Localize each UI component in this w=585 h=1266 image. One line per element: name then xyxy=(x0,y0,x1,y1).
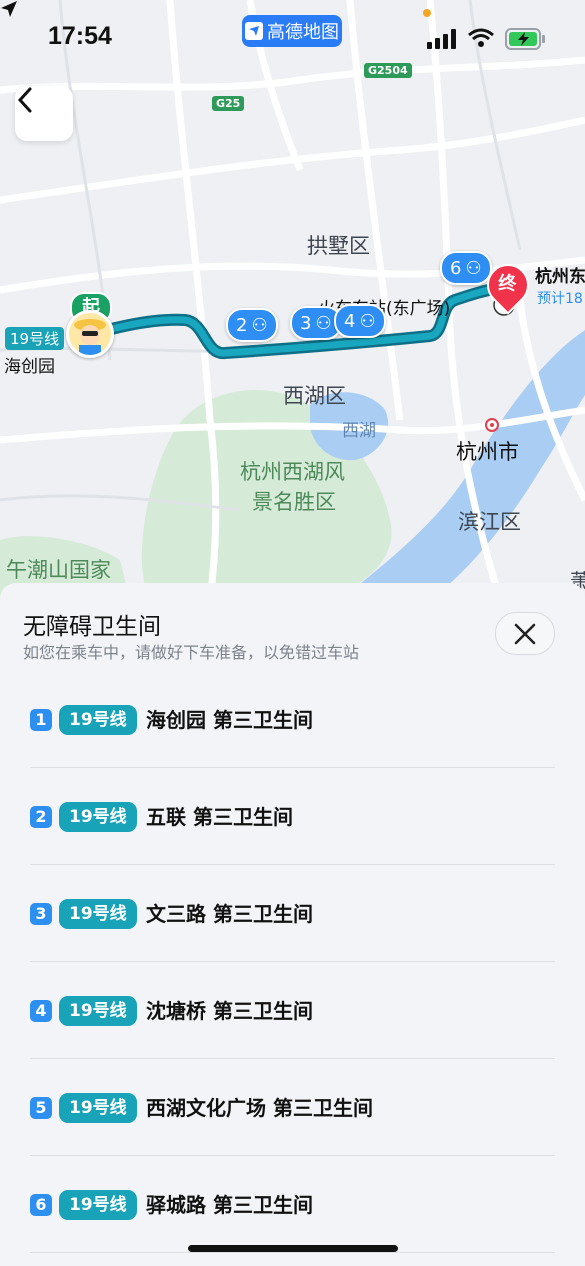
scenic-label-1: 杭州西湖风 xyxy=(240,460,345,484)
sheet-title: 无障碍卫生间 xyxy=(23,614,161,640)
item-number: 1 xyxy=(30,709,52,731)
district-label-binjiang: 滨江区 xyxy=(458,510,521,534)
close-icon xyxy=(514,623,536,644)
sheet-subtitle: 如您在乘车中，请做好下车准备，以免错过车站 xyxy=(23,643,360,662)
restroom-marker-4-number: 4 xyxy=(344,310,356,332)
line-badge: 19号线 xyxy=(59,802,137,832)
restroom-name: 沈塘桥 第三卫生间 xyxy=(146,999,313,1023)
restroom-icon: ⚇ xyxy=(251,314,268,336)
signal-icon xyxy=(427,29,456,49)
city-label-hangzhou: 杭州市 xyxy=(456,440,519,464)
list-item[interactable]: 4 19号线 沈塘桥 第三卫生间 xyxy=(30,962,555,1059)
restroom-sheet: 无障碍卫生间 如您在乘车中，请做好下车准备，以免错过车站 1 19号线 海创园 … xyxy=(0,583,585,1266)
item-number: 2 xyxy=(30,806,52,828)
privacy-indicator xyxy=(423,9,431,17)
restroom-marker-3-number: 3 xyxy=(300,312,312,334)
item-number: 6 xyxy=(30,1194,52,1216)
restroom-name: 驿城路 第三卫生间 xyxy=(146,1193,313,1217)
line-badge: 19号线 xyxy=(59,1190,137,1220)
line-badge: 19号线 xyxy=(59,899,137,929)
hangzhou-east-label[interactable]: 杭州东 xyxy=(535,262,585,287)
restroom-marker-6[interactable]: 6 ⚇ xyxy=(440,251,492,285)
start-station-label[interactable]: 海创园 xyxy=(4,352,55,377)
user-avatar[interactable] xyxy=(66,310,114,358)
chevron-left-icon xyxy=(17,87,32,113)
restroom-marker-4[interactable]: 4 ⚇ xyxy=(334,304,386,338)
battery-icon xyxy=(505,28,545,50)
map-view[interactable]: 17:54 高德地图 G2504 G25 拱墅区 西湖区 西湖 杭州西湖风 景名… xyxy=(0,0,585,600)
list-item[interactable]: 6 19号线 驿城路 第三卫生间 xyxy=(30,1156,555,1253)
avatar-face-icon xyxy=(74,319,106,355)
home-indicator[interactable] xyxy=(188,1245,398,1252)
item-number: 3 xyxy=(30,903,52,925)
restroom-icon: ⚇ xyxy=(465,257,482,279)
close-button[interactable] xyxy=(495,612,555,655)
restroom-marker-2-number: 2 xyxy=(236,314,248,336)
wifi-icon xyxy=(468,28,494,47)
restroom-marker-2[interactable]: 2 ⚇ xyxy=(226,308,278,342)
line-badge: 19号线 xyxy=(59,705,137,735)
restroom-icon: ⚇ xyxy=(315,312,332,334)
app-badge-label: 高德地图 xyxy=(267,22,339,43)
status-time: 17:54 xyxy=(48,22,112,50)
park-label-wuchao: 午潮山国家 xyxy=(6,558,111,582)
restroom-icon: ⚇ xyxy=(359,310,376,332)
restroom-name: 西湖文化广场 第三卫生间 xyxy=(146,1096,373,1120)
app-badge[interactable]: 高德地图 xyxy=(242,15,342,47)
line-badge: 19号线 xyxy=(59,996,137,1026)
road-shield-g25: G25 xyxy=(212,96,245,111)
list-item[interactable]: 1 19号线 海创园 第三卫生间 xyxy=(30,671,555,768)
location-arrow-icon xyxy=(1,1,17,17)
lake-label-xihu: 西湖 xyxy=(342,421,376,441)
list-item[interactable]: 3 19号线 文三路 第三卫生间 xyxy=(30,865,555,962)
list-item[interactable]: 2 19号线 五联 第三卫生间 xyxy=(30,768,555,865)
amap-logo-icon xyxy=(245,22,263,40)
restroom-name: 文三路 第三卫生间 xyxy=(146,902,313,926)
district-label-gongshu: 拱墅区 xyxy=(307,234,370,258)
restroom-name: 海创园 第三卫生间 xyxy=(146,708,313,732)
restroom-name: 五联 第三卫生间 xyxy=(146,805,293,829)
eta-label: 预计18 xyxy=(537,291,583,307)
road-shield-g2504: G2504 xyxy=(364,63,412,78)
status-bar: 17:54 高德地图 xyxy=(0,0,585,80)
list-item[interactable]: 5 19号线 西湖文化广场 第三卫生间 xyxy=(30,1059,555,1156)
start-line-tag: 19号线 xyxy=(5,327,65,350)
line-badge: 19号线 xyxy=(59,1093,137,1123)
item-number: 4 xyxy=(30,1000,52,1022)
end-marker-label: 终 xyxy=(498,273,517,295)
scenic-label-2: 景名胜区 xyxy=(252,490,336,514)
back-button[interactable] xyxy=(15,86,73,141)
item-number: 5 xyxy=(30,1097,52,1119)
district-label-xihu: 西湖区 xyxy=(283,384,346,408)
restroom-marker-6-number: 6 xyxy=(450,257,462,279)
